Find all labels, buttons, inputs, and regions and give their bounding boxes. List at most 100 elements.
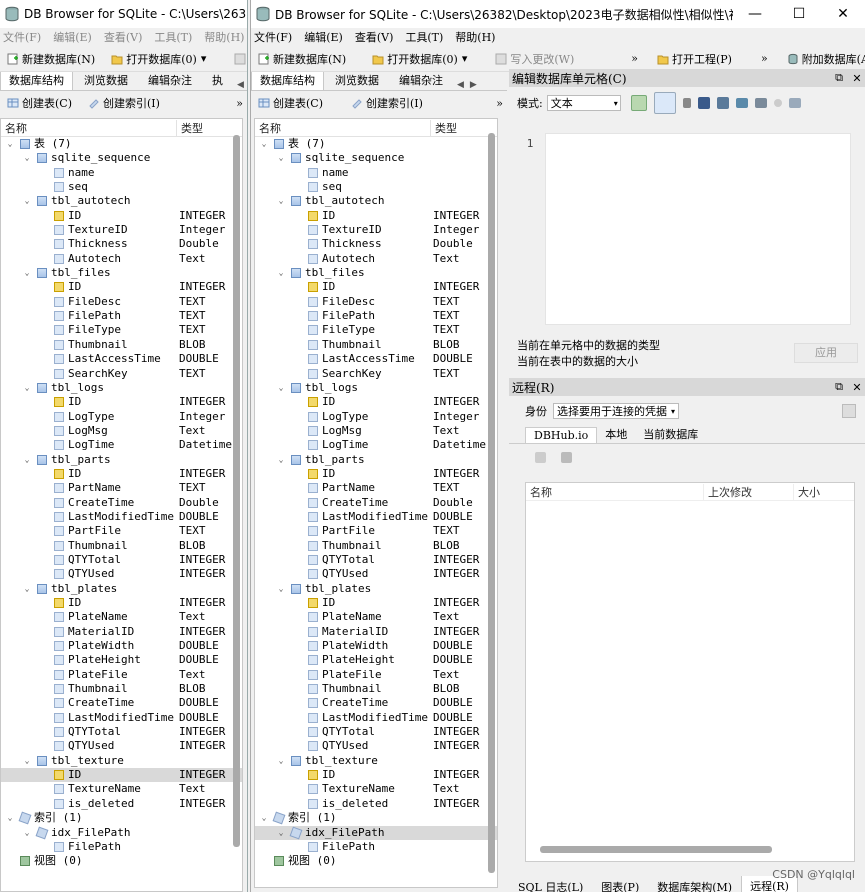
open-database-button[interactable]: 打开数据库(0) ▾	[369, 49, 474, 69]
column-header-type[interactable]: 类型	[431, 120, 457, 136]
tree-row[interactable]: ID INTEGER	[255, 596, 497, 610]
tree-row[interactable]: PlateFile Text	[1, 668, 242, 682]
menu-view[interactable]: 查看(V)	[355, 29, 394, 45]
tree-row[interactable]: LogType Integer	[1, 410, 242, 424]
menu-file[interactable]: 文件(F)	[3, 29, 41, 45]
tree-row[interactable]: FilePath TEXT	[255, 309, 497, 323]
tree-row[interactable]: ⌄ tbl_parts	[255, 453, 497, 467]
tree-row[interactable]: ⌄ sqlite_sequence	[1, 151, 242, 165]
expand-chevron-icon[interactable]: ⌄	[22, 151, 32, 165]
db-structure-tree-left[interactable]: 名称 类型 ⌄ 表 (7) ⌄ sqlite_sequence name seq ⌄ tbl_…	[0, 118, 243, 892]
tree-row[interactable]: name	[1, 166, 242, 180]
tree-row[interactable]: QTYTotal INTEGER	[1, 725, 242, 739]
expand-chevron-icon[interactable]: ⌄	[276, 453, 286, 467]
column-header-name[interactable]: 名称	[526, 483, 704, 500]
tree-row[interactable]: ⌄ 表 (7)	[1, 137, 242, 151]
tab-edit-pragmas[interactable]: 编辑杂注	[139, 72, 201, 90]
expand-chevron-icon[interactable]: ⌄	[276, 826, 286, 840]
tree-row[interactable]: ID INTEGER	[255, 467, 497, 481]
float-dock-icon[interactable]: ⧉	[830, 71, 848, 85]
tree-row[interactable]: QTYTotal INTEGER	[1, 553, 242, 567]
tree-row[interactable]: PlateWidth DOUBLE	[1, 639, 242, 653]
remote-file-list[interactable]: 名称 上次修改 大小	[525, 482, 855, 862]
tree-row[interactable]: ⌄ tbl_files	[1, 266, 242, 280]
tree-row[interactable]: is_deleted INTEGER	[1, 797, 242, 811]
db-structure-tree-right[interactable]: 名称 类型 ⌄ 表 (7) ⌄ sqlite_sequence name seq ⌄ tbl_…	[254, 118, 498, 888]
tree-row[interactable]: PartFile TEXT	[1, 524, 242, 538]
tree-row[interactable]: LogMsg Text	[1, 424, 242, 438]
tree-row[interactable]: QTYTotal INTEGER	[255, 725, 497, 739]
expand-chevron-icon[interactable]: ⌄	[276, 266, 286, 280]
import-icon[interactable]	[697, 97, 710, 109]
tree-row[interactable]: ⌄ tbl_logs	[1, 381, 242, 395]
menu-help[interactable]: 帮助(H)	[455, 29, 495, 45]
tree-row[interactable]: Thumbnail BLOB	[255, 338, 497, 352]
toolbar-overflow-icon[interactable]: »	[627, 52, 642, 65]
tree-row[interactable]: ⌄ tbl_files	[255, 266, 497, 280]
tree-row[interactable]: ⌄ tbl_plates	[255, 582, 497, 596]
tree-row[interactable]: LogTime Datetime	[255, 438, 497, 452]
write-changes-button[interactable]: 写	[231, 49, 247, 69]
maximize-icon[interactable]: ☐	[777, 6, 821, 22]
menu-view[interactable]: 查看(V)	[104, 29, 143, 45]
tree-row[interactable]: QTYTotal INTEGER	[255, 553, 497, 567]
tree-row[interactable]: TextureID Integer	[1, 223, 242, 237]
tab-database-structure[interactable]: 数据库结构	[0, 72, 73, 90]
tree-row[interactable]: TextureName Text	[255, 782, 497, 796]
tab-db-schema[interactable]: 数据库架构(M)	[648, 876, 741, 892]
tree-row[interactable]: ID INTEGER	[1, 209, 242, 223]
tab-database-structure[interactable]: 数据库结构	[251, 72, 324, 90]
tree-row[interactable]: Thickness Double	[255, 237, 497, 251]
create-index-button[interactable]: 创建索引(I)	[348, 93, 426, 113]
tree-row[interactable]: CreateTime Double	[1, 496, 242, 510]
column-header-type[interactable]: 类型	[177, 120, 203, 136]
dropdown-arrow-icon[interactable]: ▾	[458, 52, 472, 65]
tree-row[interactable]: QTYUsed INTEGER	[1, 567, 242, 581]
tab-sql-log[interactable]: SQL 日志(L)	[509, 876, 592, 892]
tree-row[interactable]: ⌄ tbl_plates	[1, 582, 242, 596]
column-header-last-modified[interactable]: 上次修改	[704, 483, 794, 500]
tree-row[interactable]: FileDesc TEXT	[255, 295, 497, 309]
close-dock-icon[interactable]: ✕	[848, 381, 865, 394]
tree-row[interactable]: 视图 (0)	[1, 854, 242, 868]
tree-row[interactable]: ⌄ tbl_autotech	[255, 194, 497, 208]
tree-row[interactable]: ⌄ 索引 (1)	[255, 811, 497, 825]
tree-row[interactable]: ⌄ 索引 (1)	[1, 811, 242, 825]
create-index-button[interactable]: 创建索引(I)	[85, 93, 163, 113]
expand-chevron-icon[interactable]: ⌄	[259, 137, 269, 151]
tab-execute-sql[interactable]: 执	[203, 72, 232, 90]
tree-row[interactable]: LogType Integer	[255, 410, 497, 424]
tree-row[interactable]: MaterialID INTEGER	[255, 625, 497, 639]
apply-button[interactable]: 应用	[794, 343, 858, 363]
tree-row[interactable]: QTYUsed INTEGER	[1, 739, 242, 753]
tree-row[interactable]: FileType TEXT	[255, 323, 497, 337]
expand-chevron-icon[interactable]: ⌄	[276, 754, 286, 768]
tree-row[interactable]: FileDesc TEXT	[1, 295, 242, 309]
tree-row[interactable]: ⌄ tbl_logs	[255, 381, 497, 395]
tree-row[interactable]: CreateTime Double	[255, 496, 497, 510]
tree-row[interactable]: ID INTEGER	[255, 280, 497, 294]
tree-row[interactable]: PartFile TEXT	[255, 524, 497, 538]
tree-row[interactable]: PlateHeight DOUBLE	[1, 653, 242, 667]
tree-scrollbar[interactable]	[233, 135, 240, 847]
tree-row[interactable]: is_deleted INTEGER	[255, 797, 497, 811]
tree-row[interactable]: ⌄ 表 (7)	[255, 137, 497, 151]
tree-row[interactable]: CreateTime DOUBLE	[1, 696, 242, 710]
tree-row[interactable]: FilePath	[255, 840, 497, 854]
column-header-size[interactable]: 大小	[794, 484, 820, 500]
menu-edit[interactable]: 编辑(E)	[304, 29, 343, 45]
close-dock-icon[interactable]: ✕	[848, 72, 865, 85]
tree-row[interactable]: ID INTEGER	[1, 280, 242, 294]
expand-chevron-icon[interactable]: ⌄	[22, 381, 32, 395]
export-icon[interactable]	[716, 97, 729, 109]
tree-row[interactable]: Thumbnail BLOB	[255, 682, 497, 696]
tab-dbhub[interactable]: DBHub.io	[525, 427, 598, 443]
eval-icon[interactable]	[754, 98, 767, 108]
float-dock-icon[interactable]: ⧉	[830, 380, 848, 394]
tree-row[interactable]: ID INTEGER	[1, 596, 242, 610]
tab-current-database[interactable]: 当前数据库	[635, 425, 706, 443]
tree-row[interactable]: TextureName Text	[1, 782, 242, 796]
tree-row[interactable]: PlateName Text	[1, 610, 242, 624]
tree-row[interactable]: seq	[255, 180, 497, 194]
word-wrap-icon[interactable]	[653, 92, 676, 114]
